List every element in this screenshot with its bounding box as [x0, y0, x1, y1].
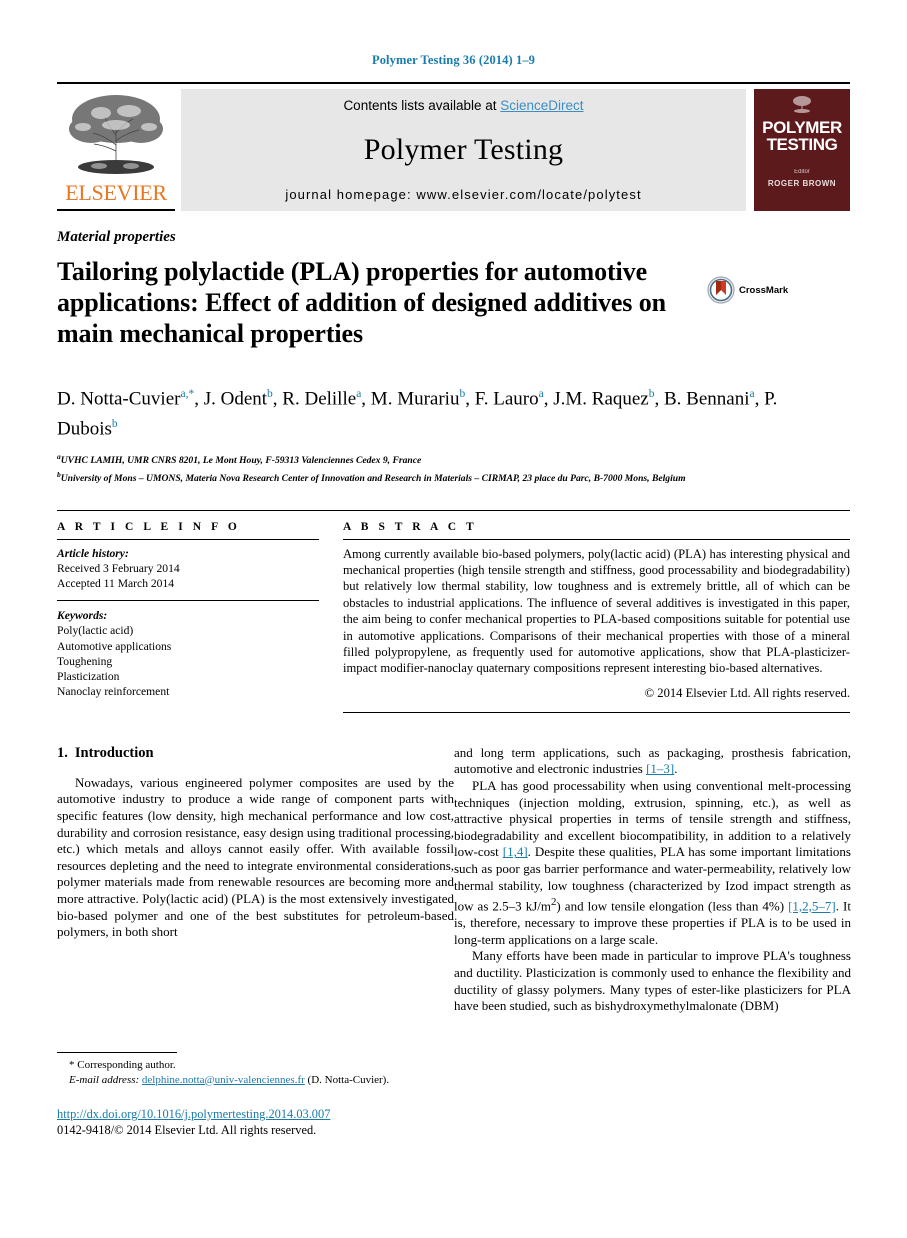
affiliation-text: UVHC LAMIH, UMR CNRS 8201, Le Mont Houy,… — [60, 455, 422, 467]
author-separator: , — [465, 388, 475, 410]
author-name: M. Murariu — [370, 388, 460, 410]
article-history-label: Article history: — [57, 546, 129, 560]
section-title: Introduction — [74, 744, 154, 761]
cover-title-line2: TESTING — [766, 135, 838, 154]
author-separator: , — [543, 388, 554, 410]
divider — [343, 711, 850, 713]
article-info-heading: A R T I C L E I N F O — [57, 520, 241, 533]
section-heading-introduction: 1. Introduction — [57, 745, 454, 762]
article-history: Article history: Received 3 February 201… — [57, 546, 319, 592]
elsevier-logo-block: ELSEVIER — [57, 89, 175, 211]
author-separator: , — [754, 388, 765, 410]
divider — [57, 600, 319, 602]
keyword-item: Poly(lactic acid) — [57, 624, 134, 638]
author-name: J.M. Raquez — [553, 388, 649, 410]
paragraph-text: ) and low tensile elongation (less than … — [556, 898, 789, 914]
abstract-column: A B S T R A C T Among currently availabl… — [343, 511, 850, 713]
keyword-item: Automotive applications — [57, 639, 172, 653]
journal-cover-thumbnail[interactable]: POLYMER TESTING Editor ROGER BROWN — [754, 89, 850, 211]
author-separator: , — [361, 388, 371, 410]
info-abstract-block: A R T I C L E I N F O Article history: R… — [57, 509, 850, 713]
crossmark-icon — [707, 276, 735, 304]
keyword-item: Toughening — [57, 654, 113, 668]
affiliation-item: aUVHC LAMIH, UMR CNRS 8201, Le Mont Houy… — [57, 450, 850, 468]
keywords-label: Keywords: — [57, 609, 108, 623]
author-affiliation-mark: b — [111, 417, 118, 430]
cover-editor-name: ROGER BROWN — [767, 179, 837, 188]
crossmark-label: CrossMark — [739, 284, 789, 296]
corresponding-author-text: * Corresponding author. — [69, 1059, 176, 1071]
paragraph: Nowadays, various engineered polymer com… — [57, 774, 454, 940]
author-affiliation-mark: a,* — [180, 388, 195, 401]
journal-masthead: ELSEVIER Contents lists available at Sci… — [57, 82, 850, 211]
contents-prefix: Contents lists available at — [343, 98, 501, 113]
author-separator: , — [654, 388, 664, 410]
author-name: J. Odent — [203, 388, 268, 410]
corresponding-author-note: * Corresponding author. E-mail address: … — [57, 1058, 454, 1087]
footnote-divider — [57, 1052, 177, 1053]
abstract-copyright: © 2014 Elsevier Ltd. All rights reserved… — [644, 685, 850, 700]
keywords-block: Keywords: Poly(lactic acid) Automotive a… — [57, 608, 319, 699]
cover-editor-label: Editor — [794, 169, 810, 175]
cover-title-line1: POLYMER — [762, 118, 842, 137]
abstract-text: Among currently available bio-based poly… — [343, 546, 850, 676]
author-name: B. Bennani — [664, 388, 750, 410]
author-name: R. Delille — [282, 388, 357, 410]
journal-banner: Contents lists available at ScienceDirec… — [181, 89, 746, 211]
cover-title: POLYMER TESTING — [754, 119, 850, 153]
affiliation-text: University of Mons – UMONS, Materia Nova… — [60, 473, 686, 485]
divider — [343, 538, 850, 540]
citation-link[interactable]: [1–3] — [646, 761, 674, 776]
citation-link[interactable]: [1,2,5–7] — [788, 899, 836, 914]
body-column-right: and long term applications, such as pack… — [454, 745, 851, 1075]
divider — [57, 538, 319, 540]
column-gap — [319, 511, 343, 713]
author-separator: , — [194, 388, 204, 410]
paragraph: PLA has good processability when using c… — [454, 778, 851, 948]
body-columns: 1. Introduction Nowadays, various enginee… — [57, 745, 851, 1075]
journal-homepage[interactable]: journal homepage: www.elsevier.com/locat… — [285, 187, 641, 202]
cover-elsevier-tree-icon — [793, 96, 811, 113]
citation-link[interactable]: [1,4] — [503, 844, 528, 859]
title-row: Tailoring polylactide (PLA) properties f… — [57, 246, 850, 366]
article-history-received: Received 3 February 2014 — [57, 561, 180, 575]
article-section-label: Material properties — [57, 229, 176, 245]
doi-block: http://dx.doi.org/10.1016/j.polymertesti… — [57, 1105, 454, 1138]
elsevier-wordmark: ELSEVIER — [65, 180, 167, 205]
sciencedirect-link[interactable]: ScienceDirect — [500, 98, 583, 113]
elsevier-tree-icon — [57, 89, 175, 177]
page-title: Tailoring polylactide (PLA) properties f… — [57, 257, 666, 348]
affiliation-item: bUniversity of Mons – UMONS, Materia Nov… — [57, 468, 850, 486]
keyword-item: Nanoclay reinforcement — [57, 685, 170, 699]
email-suffix: (D. Notta-Cuvier). — [307, 1073, 390, 1086]
paragraph: and long term applications, such as pack… — [454, 745, 851, 778]
footnote-area: * Corresponding author. E-mail address: … — [57, 1052, 454, 1138]
email-note: E-mail address: delphine.notta@univ-vale… — [57, 1073, 454, 1088]
email-link[interactable]: delphine.notta@univ-valenciennes.fr — [142, 1074, 305, 1086]
issn-copyright: 0142-9418/© 2014 Elsevier Ltd. All right… — [57, 1123, 317, 1137]
body-column-left: 1. Introduction Nowadays, various enginee… — [57, 745, 454, 1075]
article-history-accepted: Accepted 11 March 2014 — [57, 577, 175, 591]
article-info-column: A R T I C L E I N F O Article history: R… — [57, 511, 319, 713]
author-separator: , — [272, 388, 283, 410]
paragraph: Many efforts have been made in particula… — [454, 948, 851, 1014]
contents-line: Contents lists available at ScienceDirec… — [343, 98, 583, 113]
email-label: E-mail address: — [69, 1073, 140, 1086]
section-number: 1. — [57, 744, 68, 761]
crossmark-badge[interactable]: CrossMark — [707, 276, 788, 304]
paragraph-text: . — [674, 761, 678, 777]
paper-page: Polymer Testing 36 (2014) 1–9 ELSEVIER C… — [0, 0, 907, 1238]
journal-title: Polymer Testing — [363, 133, 564, 166]
author-name: F. Lauro — [474, 388, 539, 410]
abstract-heading: A B S T R A C T — [343, 520, 478, 533]
keyword-item: Plasticization — [57, 670, 120, 684]
author-name: D. Notta-Cuvier — [57, 388, 181, 410]
author-list: D. Notta-Cuviera,*, J. Odent b, R. Delill… — [57, 382, 817, 441]
affiliation-list: aUVHC LAMIH, UMR CNRS 8201, Le Mont Houy… — [57, 450, 850, 486]
running-head: Polymer Testing 36 (2014) 1–9 — [371, 53, 536, 67]
doi-link[interactable]: http://dx.doi.org/10.1016/j.polymertesti… — [57, 1107, 330, 1121]
